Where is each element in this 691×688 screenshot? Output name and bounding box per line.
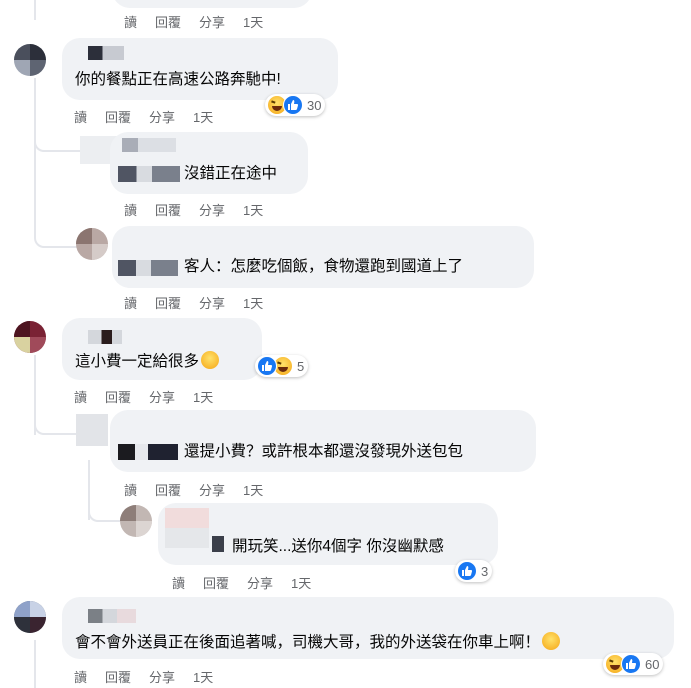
reply-link[interactable]: 回覆 [105, 107, 131, 126]
comment-actions: 讀 回覆 分享 1天 [124, 12, 263, 31]
comment-time[interactable]: 1天 [291, 573, 311, 592]
blurred-username [88, 609, 136, 623]
comment-text-content: 會不會外送員正在後面追著喊，司機大哥，我的外送袋在你車上啊！ [75, 634, 541, 651]
reaction-count: 3 [481, 563, 489, 579]
comment-text: 沒錯正在途中 [184, 165, 278, 182]
avatar[interactable] [14, 321, 46, 353]
comment-actions: 讀 回覆 分享 1天 [74, 107, 213, 126]
reply-link[interactable]: 回覆 [155, 200, 181, 219]
blurred-username [122, 138, 176, 152]
reply-link[interactable]: 回覆 [203, 573, 229, 592]
blurred-username [212, 536, 224, 552]
thread-elbow [34, 413, 82, 435]
comment-time[interactable]: 1天 [193, 107, 213, 126]
comment-time[interactable]: 1天 [193, 667, 213, 686]
reaction-count: 5 [297, 358, 305, 374]
comment-time[interactable]: 1天 [193, 387, 213, 406]
share-link[interactable]: 分享 [199, 480, 225, 499]
avatar[interactable] [120, 505, 152, 537]
reply-link[interactable]: 回覆 [155, 480, 181, 499]
comment-time[interactable]: 1天 [243, 12, 263, 31]
reply-link[interactable]: 回覆 [155, 12, 181, 31]
comment-time[interactable]: 1天 [243, 480, 263, 499]
thread-line [34, 640, 36, 688]
blurred-username [88, 46, 124, 60]
thread-line [34, 0, 36, 20]
reaction-summary[interactable]: 60 [603, 653, 664, 675]
share-link[interactable]: 分享 [149, 387, 175, 406]
share-link[interactable]: 分享 [247, 573, 273, 592]
reaction-summary[interactable]: 5 [255, 355, 309, 377]
blurred-avatar [76, 414, 108, 446]
share-link[interactable]: 分享 [199, 12, 225, 31]
comment-bubble [110, 410, 536, 472]
read-link[interactable]: 讀 [74, 107, 87, 126]
reaction-count: 30 [307, 97, 322, 113]
like-icon [621, 654, 641, 674]
comment-actions: 讀 回覆 分享 1天 [124, 200, 263, 219]
avatar[interactable] [14, 44, 46, 76]
thread-elbow [88, 500, 120, 522]
comment-actions: 讀 回覆 分享 1天 [74, 667, 213, 686]
read-link[interactable]: 讀 [124, 200, 137, 219]
thread-elbow [34, 130, 82, 152]
blurred-username [118, 260, 178, 276]
thread-line [34, 78, 36, 238]
comment-text: 開玩笑...送你4個字 你沒幽默感 [232, 538, 444, 555]
comment-actions: 讀 回覆 分享 1天 [124, 480, 263, 499]
reaction-summary[interactable]: 30 [265, 94, 326, 116]
reply-link[interactable]: 回覆 [105, 387, 131, 406]
comment-text: 會不會外送員正在後面追著喊，司機大哥，我的外送袋在你車上啊！ [75, 632, 561, 653]
comment-text: 還提小費？或許根本都還沒發現外送包包 [184, 443, 464, 460]
rofl-emoji-icon [542, 632, 561, 650]
reply-link[interactable]: 回覆 [105, 667, 131, 686]
comment-text: 客人：怎麼吃個飯，食物還跑到國道上了 [184, 258, 464, 275]
comment-bubble-partial [112, 0, 312, 8]
comment-actions: 讀 回覆 分享 1天 [124, 293, 263, 312]
reaction-summary[interactable]: 3 [455, 560, 493, 582]
comment-time[interactable]: 1天 [243, 293, 263, 312]
thinking-emoji-icon [201, 351, 220, 369]
blurred-username [118, 166, 180, 182]
read-link[interactable]: 讀 [124, 12, 137, 31]
blurred-username [88, 330, 122, 344]
comment-text: 這小費一定給很多 [75, 351, 220, 372]
share-link[interactable]: 分享 [199, 200, 225, 219]
blurred-username [118, 444, 178, 460]
read-link[interactable]: 讀 [74, 387, 87, 406]
thread-elbow [34, 226, 82, 248]
blurred-username [165, 508, 209, 548]
read-link[interactable]: 讀 [172, 573, 185, 592]
comment-actions: 讀 回覆 分享 1天 [74, 387, 213, 406]
like-icon [283, 95, 303, 115]
share-link[interactable]: 分享 [149, 107, 175, 126]
comment-text: 你的餐點正在高速公路奔馳中! [75, 71, 281, 88]
share-link[interactable]: 分享 [199, 293, 225, 312]
share-link[interactable]: 分享 [149, 667, 175, 686]
like-icon [257, 356, 277, 376]
like-icon [457, 561, 477, 581]
reply-link[interactable]: 回覆 [155, 293, 181, 312]
reaction-count: 60 [645, 656, 660, 672]
read-link[interactable]: 讀 [124, 480, 137, 499]
read-link[interactable]: 讀 [124, 293, 137, 312]
comment-time[interactable]: 1天 [243, 200, 263, 219]
avatar[interactable] [76, 228, 108, 260]
comment-text-content: 這小費一定給很多 [75, 353, 200, 370]
avatar[interactable] [14, 601, 46, 633]
comment-actions: 讀 回覆 分享 1天 [172, 573, 311, 592]
read-link[interactable]: 讀 [74, 667, 87, 686]
